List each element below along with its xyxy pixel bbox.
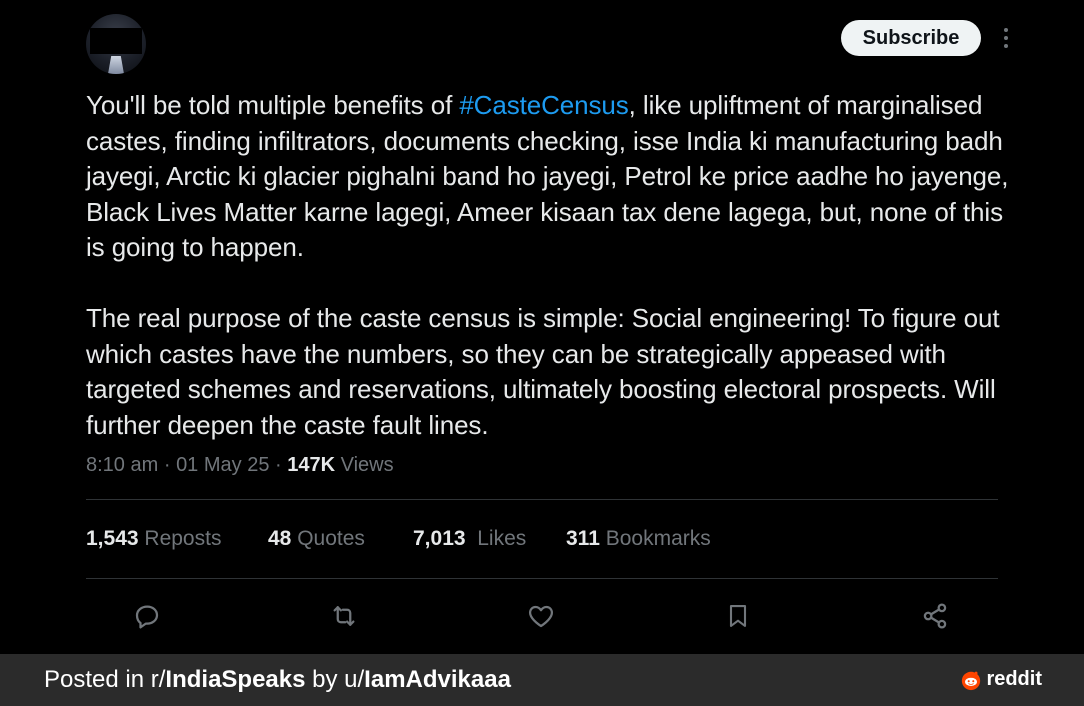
avatar-censor-bar: [90, 28, 142, 54]
bookmarks-count: 311: [566, 527, 600, 550]
divider: [86, 499, 998, 500]
likes-count: 7,013: [413, 527, 466, 550]
subreddit-link[interactable]: IndiaSpeaks: [165, 666, 305, 693]
share-icon[interactable]: [917, 598, 953, 634]
likes-label: Likes: [477, 527, 527, 550]
repost-icon[interactable]: [326, 598, 362, 634]
reddit-footer: Posted in r/IndiaSpeaks by u/IamAdvikaaa…: [0, 654, 1084, 706]
divider: [86, 578, 998, 579]
subscribe-button[interactable]: Subscribe: [841, 20, 981, 56]
heart-icon[interactable]: [523, 598, 559, 634]
post-paragraph-1: You'll be told multiple benefits of #Cas…: [86, 88, 1016, 266]
quotes-stat[interactable]: 48 Quotes: [268, 527, 365, 551]
posted-prefix: Posted in r/: [44, 666, 166, 693]
post-meta: 8:10 am · 01 May 25 · 147K Views: [86, 454, 394, 477]
post-body: You'll be told multiple benefits of #Cas…: [86, 88, 1016, 443]
avatar-shirt: [108, 56, 124, 74]
reposts-stat[interactable]: 1,543 Reposts: [86, 527, 221, 551]
views-label: Views: [340, 454, 394, 476]
reddit-snoo-icon: [962, 671, 981, 690]
post-text-segment: You'll be told multiple benefits of: [86, 90, 460, 120]
post-paragraph-2: The real purpose of the caste census is …: [86, 303, 1000, 440]
post-date[interactable]: 01 May 25: [176, 454, 269, 476]
bookmarks-stat[interactable]: 311 Bookmarks: [566, 527, 711, 551]
more-options-icon[interactable]: [996, 26, 1016, 50]
meta-separator: ·: [163, 454, 171, 476]
username-link[interactable]: IamAdvikaaa: [364, 666, 511, 693]
posted-in-text: Posted in r/IndiaSpeaks by u/IamAdvikaaa: [44, 666, 511, 694]
reddit-wordmark: reddit: [986, 668, 1042, 690]
reposts-count: 1,543: [86, 527, 139, 550]
quotes-count: 48: [268, 527, 292, 550]
reply-icon[interactable]: [129, 598, 165, 634]
quotes-label: Quotes: [297, 527, 365, 550]
post-time[interactable]: 8:10 am: [86, 454, 158, 476]
views-count: 147K: [287, 454, 336, 476]
bookmark-icon[interactable]: [720, 598, 756, 634]
action-bar: [0, 598, 1084, 634]
avatar[interactable]: [86, 14, 146, 74]
meta-separator: ·: [275, 454, 282, 476]
likes-stat[interactable]: 7,013 Likes: [413, 527, 526, 551]
reddit-logo: reddit: [960, 668, 1042, 691]
bookmarks-label: Bookmarks: [605, 527, 711, 550]
hashtag-link[interactable]: #CasteCensus: [459, 90, 628, 120]
reposts-label: Reposts: [144, 527, 222, 550]
posted-by: by u/: [305, 666, 365, 693]
